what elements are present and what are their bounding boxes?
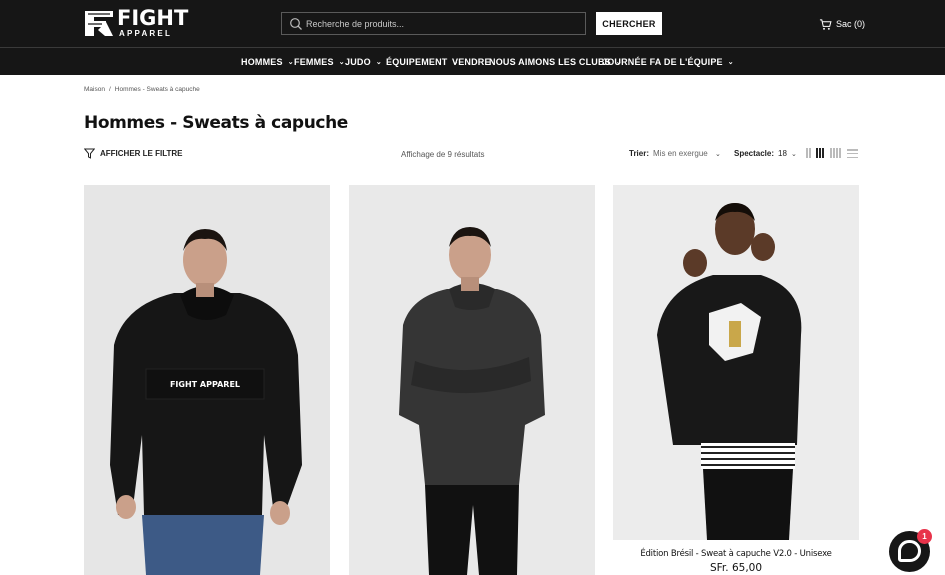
sort-label: Trier: [629,149,650,158]
nav-item-hommes[interactable]: HOMMES ⌄ [241,48,294,75]
search-button[interactable]: CHERCHER [596,12,662,35]
chevron-down-icon: ⌄ [715,150,721,158]
product-card[interactable] [349,185,595,575]
nav-item-journee[interactable]: JOURNÉE FA DE L'ÉQUIPE ⌄ [602,48,734,75]
sort-select[interactable]: Trier: Mis en exergue ⌄ [629,149,721,158]
logo-word: FIGHT [117,6,189,30]
search-icon [290,18,302,30]
cart-link[interactable]: Sac (0) [819,16,865,32]
chevron-down-icon: ⌄ [790,150,797,158]
main-nav: HOMMES ⌄ FEMMES ⌄ JUDO ⌄ ÉQUIPEMENT ⌄ VENDRE… [0,47,945,75]
logo-mark-icon [85,11,113,36]
cart-label: Sac (0) [836,19,866,29]
breadcrumb-home[interactable]: Maison [84,86,105,93]
product-image[interactable] [349,185,595,575]
search-box [281,12,586,35]
show-filter-button[interactable]: AFFICHER LE FILTRE [84,148,183,159]
chat-badge: 1 [917,529,932,544]
site-logo[interactable]: FIGHT APPAREL [84,7,188,40]
chevron-down-icon: ⌄ [338,58,345,66]
per-page-value: 18 [778,149,787,158]
hoodie-print: FIGHT APPAREL [170,380,240,389]
results-count: Affichage de 9 résultats [401,150,485,159]
filter-label: AFFICHER LE FILTRE [100,149,183,158]
grid-2-view-icon[interactable] [806,148,811,158]
page-title: Hommes - Sweats à capuche [84,113,348,133]
grid-4-view-icon[interactable] [830,148,841,158]
chevron-down-icon: ⌄ [287,58,294,66]
hoodie-model-image [613,185,859,540]
chat-icon [898,540,921,562]
product-price: SFr. 65,00 [709,562,763,574]
sort-value: Mis en exergue [653,149,708,158]
nav-item-equipement[interactable]: ÉQUIPEMENT ⌄ [386,48,459,75]
product-card[interactable]: FIGHT APPAREL [84,185,330,575]
breadcrumb-separator: / [108,86,111,93]
top-header: FIGHT APPAREL CHERCHER Sac (0) [0,0,945,47]
nav-item-judo[interactable]: JUDO ⌄ [345,48,382,75]
per-page-select[interactable]: Spectacle: 18 ⌄ [734,149,797,158]
product-image[interactable] [613,185,859,540]
breadcrumb-current: Hommes - Sweats à capuche [114,86,200,93]
nav-item-vendre[interactable]: VENDRE [452,48,491,75]
chevron-down-icon: ⌄ [375,58,382,66]
hoodie-model-image [349,185,595,575]
list-view-icon[interactable] [847,149,858,158]
product-name[interactable]: Édition Brésil - Sweat à capuche V2.0 - … [613,549,859,559]
hoodie-model-image: FIGHT APPAREL [84,185,330,575]
nav-item-femmes[interactable]: FEMMES ⌄ [294,48,345,75]
chevron-down-icon: ⌄ [727,58,734,66]
breadcrumb: Maison / Hommes - Sweats à capuche [84,86,200,93]
cart-icon [819,18,832,30]
product-image[interactable]: FIGHT APPAREL [84,185,330,575]
product-card[interactable]: Édition Brésil - Sweat à capuche V2.0 - … [613,185,859,575]
per-page-label: Spectacle: [734,149,775,158]
logo-subtext: APPAREL [119,29,173,38]
filter-icon [84,148,95,159]
search-input[interactable] [306,15,576,32]
grid-3-view-icon[interactable] [816,148,824,158]
